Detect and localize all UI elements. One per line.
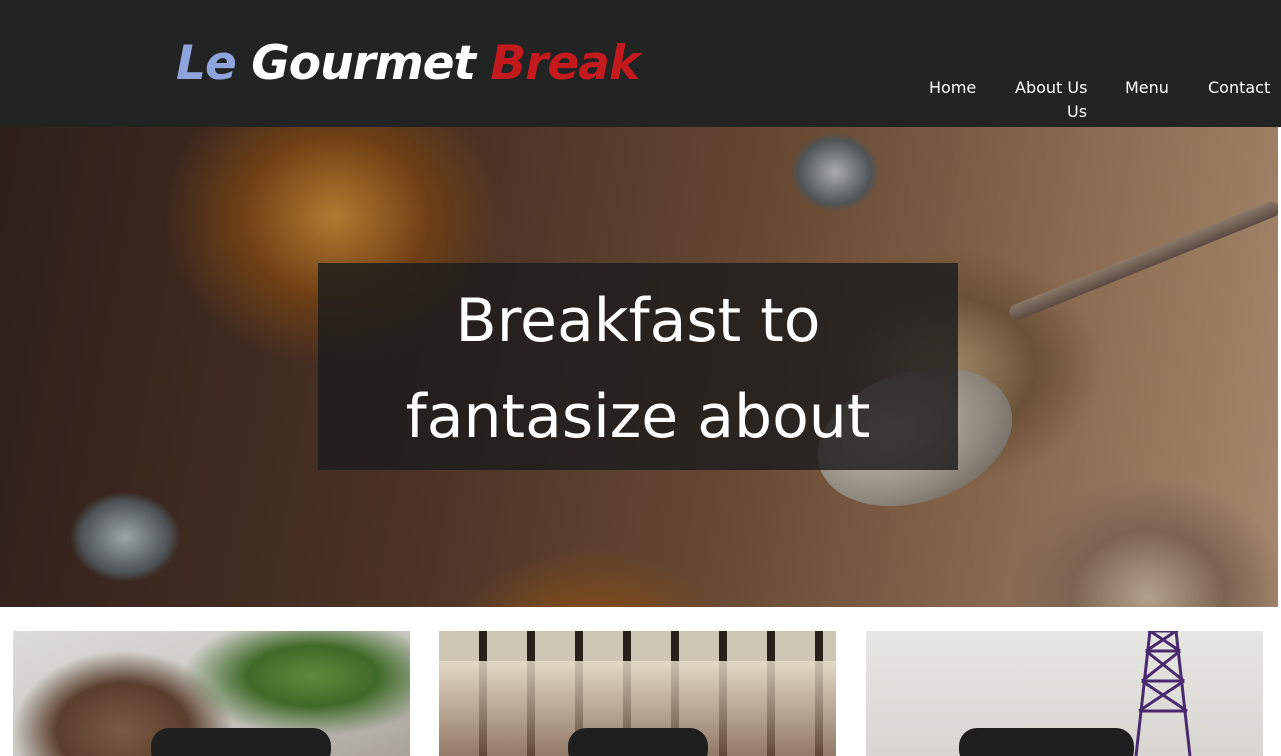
feature-card-2[interactable] [439, 631, 836, 756]
hero-title: Breakfast to fantasize about [318, 273, 958, 465]
feature-card-3-button[interactable] [959, 728, 1134, 756]
feature-card-2-button[interactable] [568, 728, 708, 756]
nav-about-link[interactable]: About Us [1015, 78, 1087, 98]
nav-menu-link[interactable]: Menu [1125, 78, 1169, 98]
nav-contact-link[interactable]: Contact [1208, 78, 1270, 98]
feature-card-1-button[interactable] [151, 728, 331, 756]
eiffel-tower-icon [1134, 631, 1192, 756]
logo-word-gourmet: Gourmet [251, 36, 476, 91]
feature-card-1[interactable] [13, 631, 410, 756]
nav-home-link[interactable]: Home [929, 78, 976, 98]
hero-caption-box: Breakfast to fantasize about [318, 263, 958, 470]
logo-word-break: Break [490, 36, 640, 91]
logo-word-le: Le [176, 36, 237, 91]
hero-banner: Breakfast to fantasize about [0, 127, 1278, 607]
hero-photo-spoon-handle [1007, 198, 1278, 323]
site-logo[interactable]: Le Gourmet Break [176, 40, 640, 87]
site-header: Le Gourmet Break Home About Us Us Menu C… [0, 0, 1281, 127]
hero-title-line-1: Breakfast to [455, 286, 821, 356]
nav-about-overflow-text[interactable]: Us [1067, 102, 1087, 122]
feature-card-3[interactable] [866, 631, 1263, 756]
hero-title-line-2: fantasize about [405, 382, 871, 452]
